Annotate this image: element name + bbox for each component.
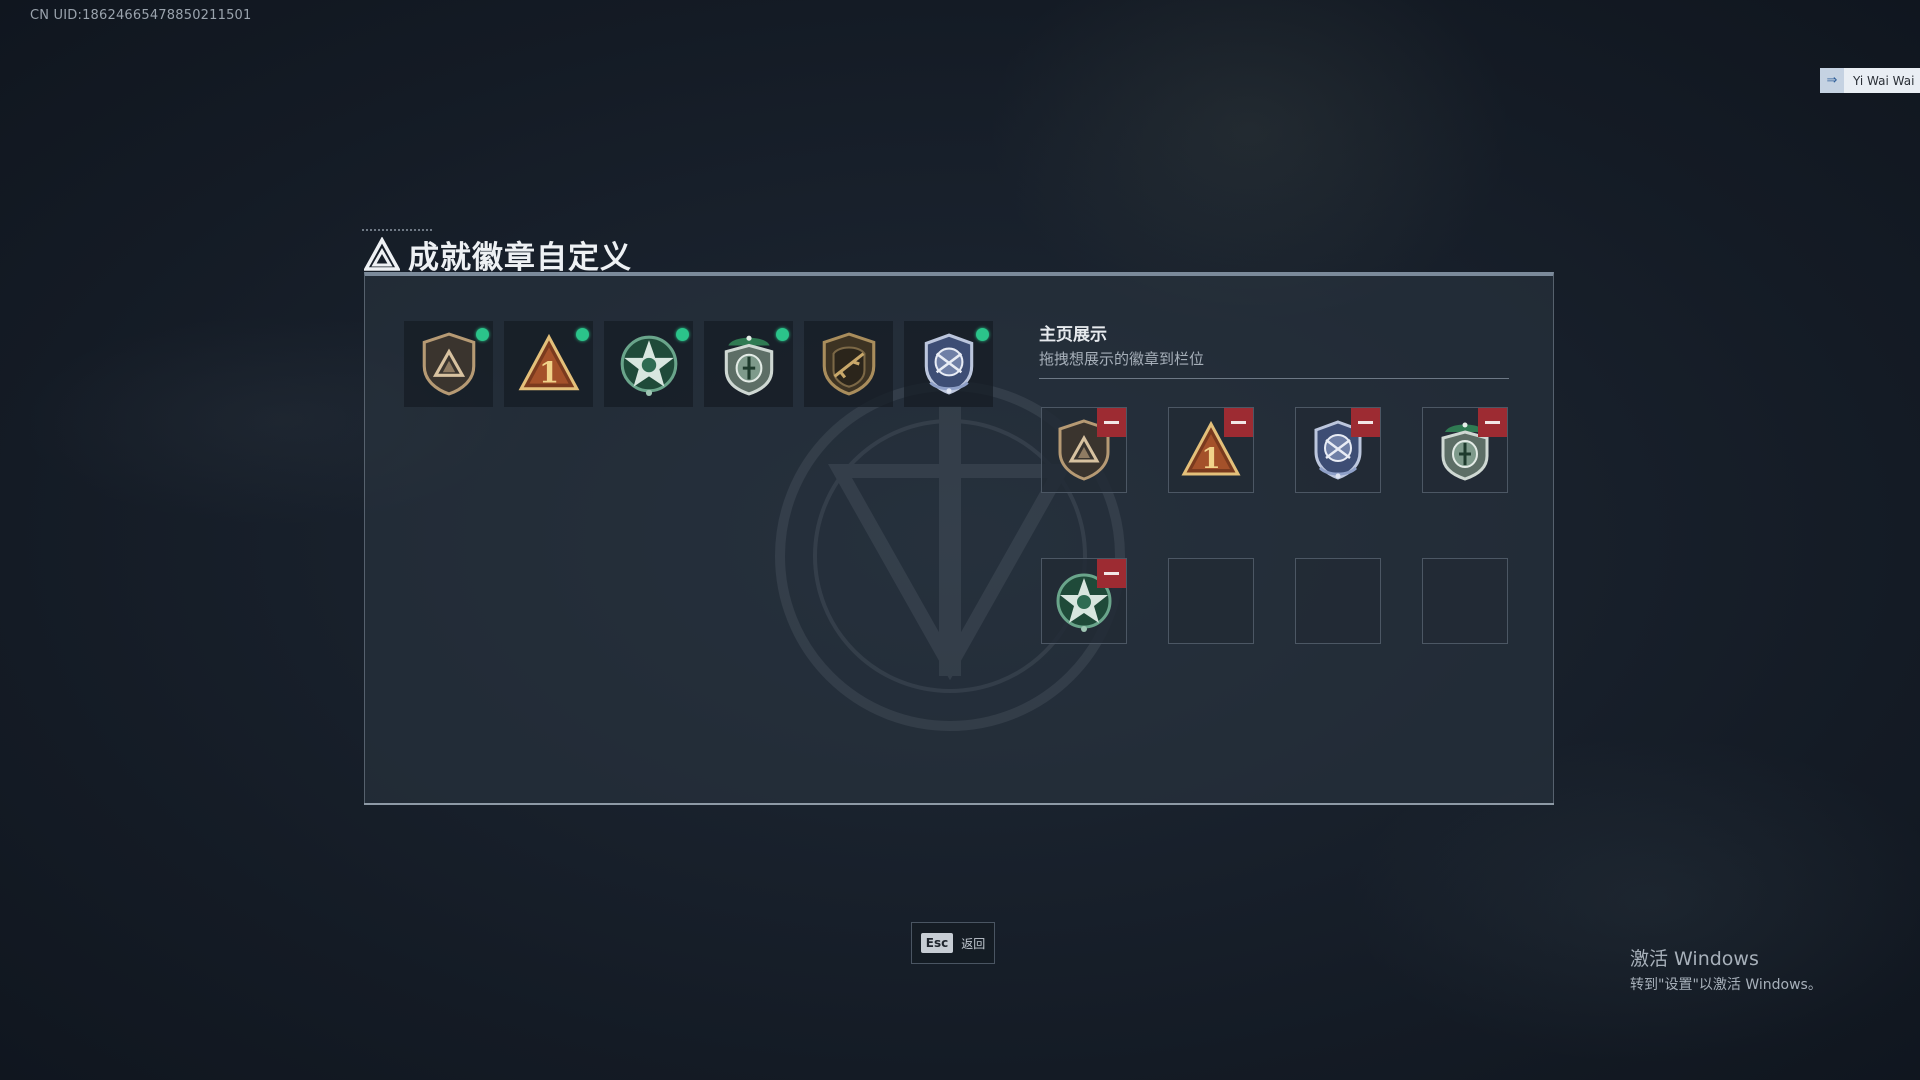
green-beret-shield-badge: [718, 331, 780, 397]
blue-eagle-globe-badge: [918, 331, 980, 397]
minus-icon: [1485, 421, 1500, 424]
uid-label: CN UID:1862466547885021​1501: [30, 8, 252, 23]
remove-button[interactable]: [1478, 408, 1507, 437]
showcase-slot-1[interactable]: [1041, 407, 1127, 493]
panel-bottom-edge: [364, 803, 1554, 805]
equipped-indicator-dot: [776, 328, 789, 341]
showcase-title: 主页展示: [1039, 325, 1107, 345]
minus-icon: [1358, 421, 1373, 424]
showcase-slot-3[interactable]: [1295, 407, 1381, 493]
equipped-indicator-dot: [576, 328, 589, 341]
bronze-triangle-shield-badge: [418, 331, 480, 397]
activation-line-2: 转到"设置"以激活 Windows。: [1630, 977, 1822, 993]
showcase-slot-8-empty[interactable]: [1422, 558, 1508, 644]
owned-badge-green-star[interactable]: [604, 321, 693, 407]
owned-badge-blue-eagle[interactable]: [904, 321, 993, 407]
showcase-slot-4[interactable]: [1422, 407, 1508, 493]
signin-icon: ⇒: [1820, 68, 1844, 93]
page-header: 成就徽章自定义: [364, 232, 632, 277]
owned-badge-rank-one[interactable]: [504, 321, 593, 407]
back-button[interactable]: Esc 返回: [911, 922, 995, 964]
esc-key-icon: Esc: [920, 933, 954, 953]
remove-button[interactable]: [1224, 408, 1253, 437]
user-account-chip[interactable]: ⇒ Yi Wai Wai: [1820, 68, 1920, 93]
showcase-slot-2[interactable]: [1168, 407, 1254, 493]
badge-customize-panel: 主页展示 拖拽想展示的徽章到栏位: [364, 272, 1554, 804]
back-label: 返回: [961, 936, 986, 951]
remove-button[interactable]: [1097, 559, 1126, 588]
user-name: Yi Wai Wai: [1853, 73, 1915, 88]
minus-icon: [1104, 572, 1119, 575]
showcase-divider: [1039, 378, 1509, 379]
green-star-wreath-badge: [618, 331, 680, 397]
showcase-slot-5[interactable]: [1041, 558, 1127, 644]
remove-button[interactable]: [1351, 408, 1380, 437]
rank-one-triangle-badge: [518, 331, 580, 397]
showcase-subtitle: 拖拽想展示的徽章到栏位: [1039, 350, 1205, 368]
activation-line-1: 激活 Windows: [1630, 948, 1759, 970]
rifle-shield-badge: [818, 331, 880, 397]
remove-button[interactable]: [1097, 408, 1126, 437]
showcase-header: 主页展示 拖拽想展示的徽章到栏位: [1039, 320, 1509, 379]
owned-badge-green-beret[interactable]: [704, 321, 793, 407]
page-title: 成就徽章自定义: [408, 240, 632, 276]
triangle-logo-icon: [364, 236, 400, 271]
equipped-indicator-dot: [676, 328, 689, 341]
minus-icon: [1104, 421, 1119, 424]
equipped-indicator-dot: [976, 328, 989, 341]
equipped-indicator-dot: [476, 328, 489, 341]
showcase-slot-6-empty[interactable]: [1168, 558, 1254, 644]
showcase-slot-7-empty[interactable]: [1295, 558, 1381, 644]
owned-badge-rifle[interactable]: [804, 321, 893, 407]
minus-icon: [1231, 421, 1246, 424]
owned-badges-list: [404, 321, 993, 407]
windows-activation-watermark: 激活 Windows 转到"设置"以激活 Windows。: [1630, 944, 1822, 994]
owned-badge-bronze-triangle[interactable]: [404, 321, 493, 407]
